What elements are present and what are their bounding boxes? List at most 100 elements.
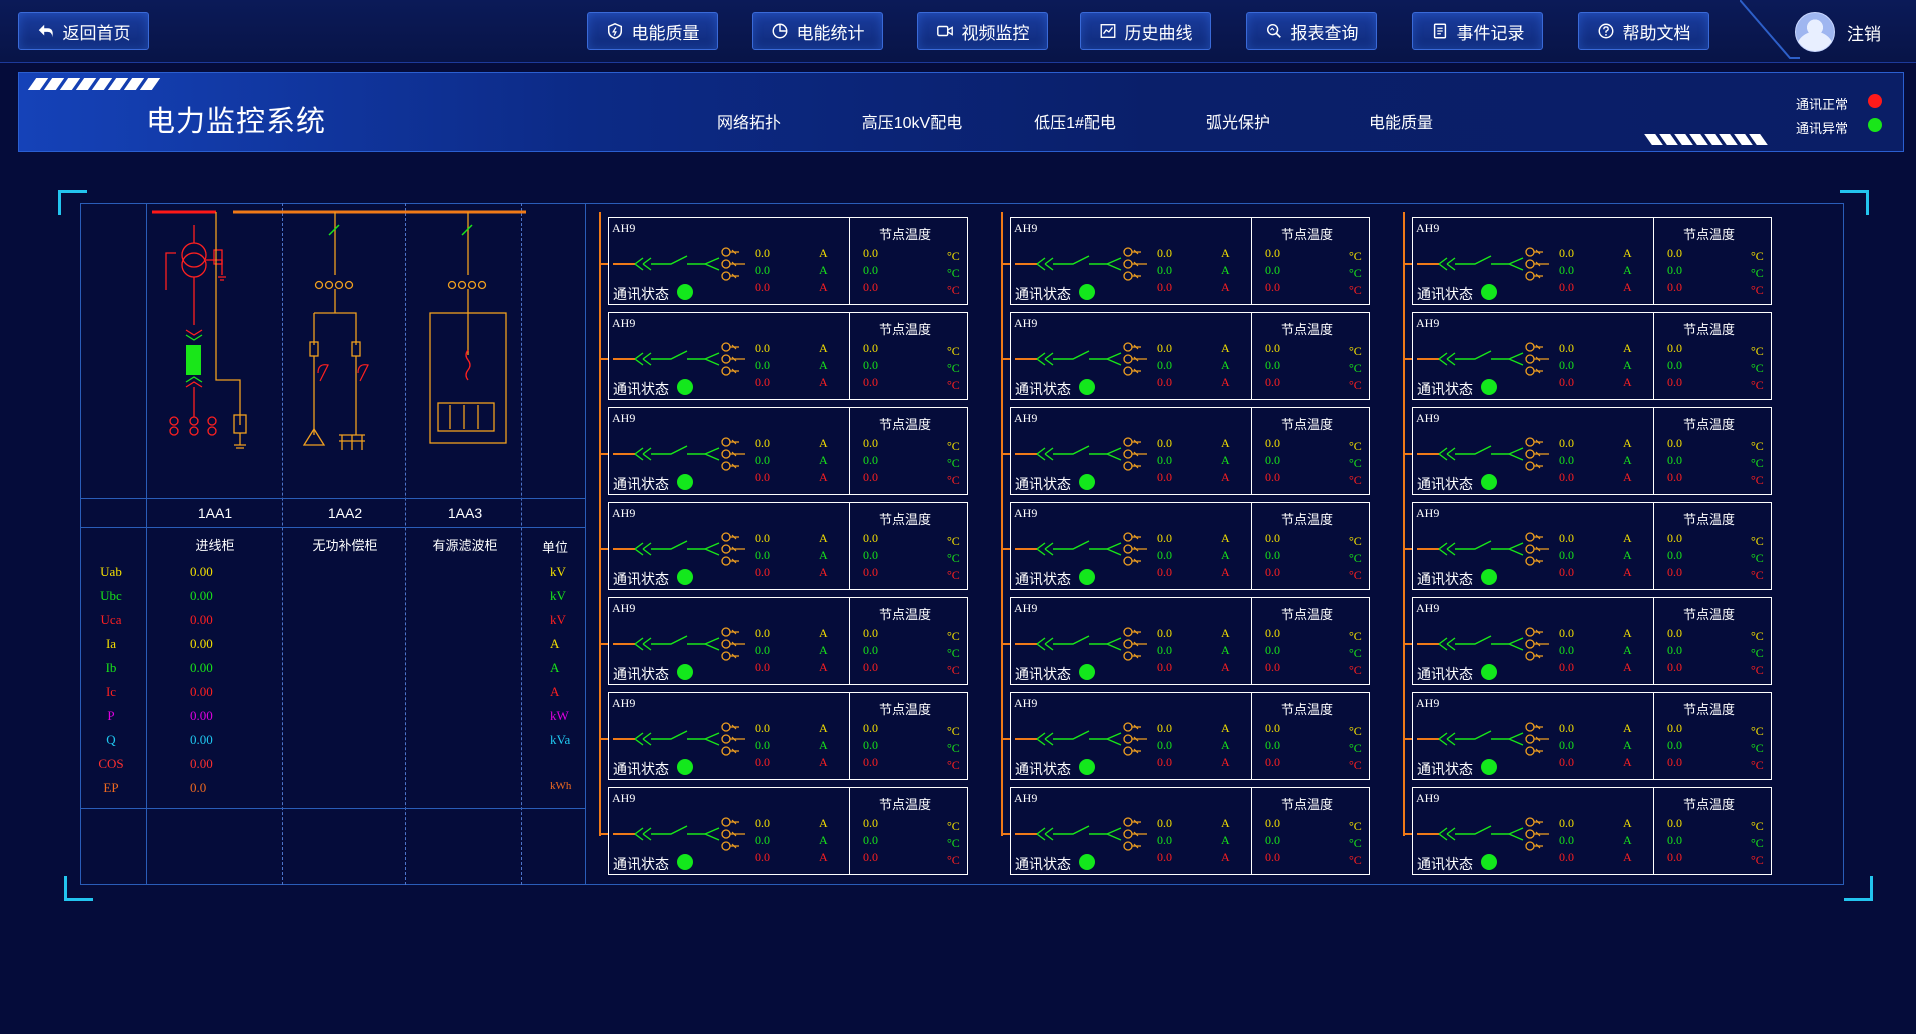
back-home-button[interactable]: 返回首页	[18, 12, 149, 50]
feeder-name: AH9	[1014, 506, 1038, 520]
comm-status-dot	[677, 854, 693, 870]
param-name: Uca	[100, 612, 122, 627]
feeder-card[interactable]: AH9 节点温度 0.0 A 0.0 °C 0.0 A 0.0 °C 0.0 A 0.0 °C 通讯状态	[1010, 597, 1370, 685]
comm-status-dot	[1481, 379, 1497, 395]
nav-help-docs-button[interactable]: 帮助文档	[1578, 12, 1709, 50]
phase-current-value: 0.0	[1559, 721, 1574, 735]
node-temp-title: 节点温度	[879, 607, 932, 622]
feeder-card[interactable]: AH9 节点温度 0.0 A 0.0 °C 0.0 A 0.0 °C 0.0 A 0.0 °C 通讯状态	[1412, 787, 1772, 875]
phase-current-unit: A	[1221, 626, 1230, 640]
phase-current-unit: A	[1221, 436, 1230, 450]
shield-icon	[607, 23, 622, 39]
node-temp-unit: °C	[1349, 344, 1362, 358]
node-temp-value: 0.0	[863, 436, 878, 450]
breaker-ct-symbol-icon	[1015, 342, 1147, 376]
feeder-card[interactable]: AH9 节点温度 0.0 A 0.0 °C 0.0 A 0.0 °C 0.0 A 0.0 °C 通讯状态	[608, 692, 968, 780]
phase-current-unit: A	[819, 738, 828, 752]
node-temp-title: 节点温度	[1281, 227, 1334, 242]
node-temp-unit: °C	[947, 439, 960, 453]
node-temp-unit: °C	[1751, 473, 1764, 487]
node-temp-unit: °C	[1349, 283, 1362, 297]
phase-current-value: 0.0	[1559, 755, 1574, 769]
breaker-ct-symbol-icon	[1015, 722, 1147, 756]
comm-status-label: 通讯状态	[613, 381, 669, 397]
feeder-card[interactable]: AH9 节点温度 0.0 A 0.0 °C 0.0 A 0.0 °C 0.0 A 0.0 °C 通讯状态	[608, 217, 968, 305]
user-avatar-icon[interactable]	[1795, 12, 1835, 52]
phase-current-value: 0.0	[755, 565, 770, 579]
feeder-card[interactable]: AH9 节点温度 0.0 A 0.0 °C 0.0 A 0.0 °C 0.0 A 0.0 °C 通讯状态	[1010, 312, 1370, 400]
nav-energy-stats-button[interactable]: 电能统计	[752, 12, 883, 50]
param-value: 0.00	[190, 756, 213, 771]
node-temp-title: 节点温度	[1683, 797, 1736, 812]
feeder-card[interactable]: AH9 节点温度 0.0 A 0.0 °C 0.0 A 0.0 °C 0.0 A 0.0 °C 通讯状态	[608, 787, 968, 875]
phase-current-value: 0.0	[755, 246, 770, 260]
node-temp-unit: °C	[1751, 568, 1764, 582]
phase-current-value: 0.0	[1559, 280, 1574, 294]
feeder-card[interactable]: AH9 节点温度 0.0 A 0.0 °C 0.0 A 0.0 °C 0.0 A 0.0 °C 通讯状态	[1010, 692, 1370, 780]
phase-current-value: 0.0	[755, 660, 770, 674]
node-temp-value: 0.0	[863, 548, 878, 562]
feeder-card[interactable]: AH9 节点温度 0.0 A 0.0 °C 0.0 A 0.0 °C 0.0 A 0.0 °C 通讯状态	[1010, 217, 1370, 305]
phase-current-unit: A	[1221, 341, 1230, 355]
nav-video-monitor-button[interactable]: 视频监控	[917, 12, 1048, 50]
user-area[interactable]: 注销	[1795, 12, 1881, 52]
phase-current-value: 0.0	[1559, 341, 1574, 355]
feeder-card[interactable]: AH9 节点温度 0.0 A 0.0 °C 0.0 A 0.0 °C 0.0 A 0.0 °C 通讯状态	[1010, 502, 1370, 590]
node-temp-value: 0.0	[1667, 280, 1682, 294]
comm-status-label: 通讯状态	[613, 476, 669, 492]
tab-power-quality[interactable]: 电能质量	[1316, 103, 1486, 139]
phase-current-unit: A	[1221, 358, 1230, 372]
breaker-ct-symbol-icon	[613, 627, 745, 661]
tab-lv-1[interactable]: 低压1#配电	[990, 103, 1160, 139]
phase-current-unit: A	[1221, 565, 1230, 579]
breaker-ct-symbol-icon	[1015, 532, 1147, 566]
node-temp-value: 0.0	[1265, 626, 1280, 640]
feeder-card[interactable]: AH9 节点温度 0.0 A 0.0 °C 0.0 A 0.0 °C 0.0 A 0.0 °C 通讯状态	[1010, 407, 1370, 495]
phase-current-unit: A	[819, 548, 828, 562]
breaker-ct-symbol-icon	[613, 722, 745, 756]
comm-status-label: 通讯状态	[613, 761, 669, 777]
feeder-card[interactable]: AH9 节点温度 0.0 A 0.0 °C 0.0 A 0.0 °C 0.0 A 0.0 °C 通讯状态	[1010, 787, 1370, 875]
phase-current-value: 0.0	[755, 280, 770, 294]
param-name: COS	[98, 756, 124, 771]
nav-event-log-button[interactable]: 事件记录	[1412, 12, 1543, 50]
feeder-card[interactable]: AH9 节点温度 0.0 A 0.0 °C 0.0 A 0.0 °C 0.0 A 0.0 °C 通讯状态	[608, 407, 968, 495]
comm-status-label: 通讯状态	[1417, 476, 1473, 492]
phase-current-unit: A	[1221, 470, 1230, 484]
param-value: 0.0	[190, 780, 207, 795]
pie-chart-icon	[772, 23, 787, 39]
tab-hv-10kv[interactable]: 高压10kV配电	[827, 103, 997, 139]
phase-current-value: 0.0	[1157, 721, 1172, 735]
node-temp-title: 节点温度	[1683, 227, 1736, 242]
feeder-card[interactable]: AH9 节点温度 0.0 A 0.0 °C 0.0 A 0.0 °C 0.0 A 0.0 °C 通讯状态	[1412, 502, 1772, 590]
nav-power-quality-button[interactable]: 电能质量	[587, 12, 718, 50]
phase-current-value: 0.0	[1559, 660, 1574, 674]
node-temp-value: 0.0	[1667, 626, 1682, 640]
feeder-card[interactable]: AH9 节点温度 0.0 A 0.0 °C 0.0 A 0.0 °C 0.0 A 0.0 °C 通讯状态	[608, 597, 968, 685]
feeder-name: AH9	[612, 696, 636, 710]
node-temp-unit: °C	[1751, 249, 1764, 263]
feeder-card[interactable]: AH9 节点温度 0.0 A 0.0 °C 0.0 A 0.0 °C 0.0 A 0.0 °C 通讯状态	[608, 502, 968, 590]
node-temp-value: 0.0	[1667, 375, 1682, 389]
feeder-card[interactable]: AH9 节点温度 0.0 A 0.0 °C 0.0 A 0.0 °C 0.0 A 0.0 °C 通讯状态	[608, 312, 968, 400]
feeder-name: AH9	[1014, 411, 1038, 425]
feeder-card[interactable]: AH9 节点温度 0.0 A 0.0 °C 0.0 A 0.0 °C 0.0 A 0.0 °C 通讯状态	[1412, 407, 1772, 495]
nav-report-query-button[interactable]: 报表查询	[1246, 12, 1377, 50]
feeder-card[interactable]: AH9 节点温度 0.0 A 0.0 °C 0.0 A 0.0 °C 0.0 A 0.0 °C 通讯状态	[1412, 597, 1772, 685]
phase-current-unit: A	[1623, 660, 1632, 674]
feeder-card[interactable]: AH9 节点温度 0.0 A 0.0 °C 0.0 A 0.0 °C 0.0 A 0.0 °C 通讯状态	[1412, 312, 1772, 400]
tab-network-topology[interactable]: 网络拓扑	[664, 103, 834, 139]
feeder-name: AH9	[612, 316, 636, 330]
node-temp-value: 0.0	[1265, 341, 1280, 355]
nav-history-curve-button[interactable]: 历史曲线	[1080, 12, 1211, 50]
phase-current-unit: A	[1221, 816, 1230, 830]
feeder-card[interactable]: AH9 节点温度 0.0 A 0.0 °C 0.0 A 0.0 °C 0.0 A 0.0 °C 通讯状态	[1412, 692, 1772, 780]
logout-link[interactable]: 注销	[1847, 20, 1881, 45]
phase-current-unit: A	[1623, 626, 1632, 640]
node-temp-value: 0.0	[863, 738, 878, 752]
node-temp-unit: °C	[1349, 724, 1362, 738]
feeder-card[interactable]: AH9 节点温度 0.0 A 0.0 °C 0.0 A 0.0 °C 0.0 A 0.0 °C 通讯状态	[1412, 217, 1772, 305]
node-temp-value: 0.0	[1265, 246, 1280, 260]
phase-current-value: 0.0	[1157, 738, 1172, 752]
tab-arc-protection[interactable]: 弧光保护	[1153, 103, 1323, 139]
